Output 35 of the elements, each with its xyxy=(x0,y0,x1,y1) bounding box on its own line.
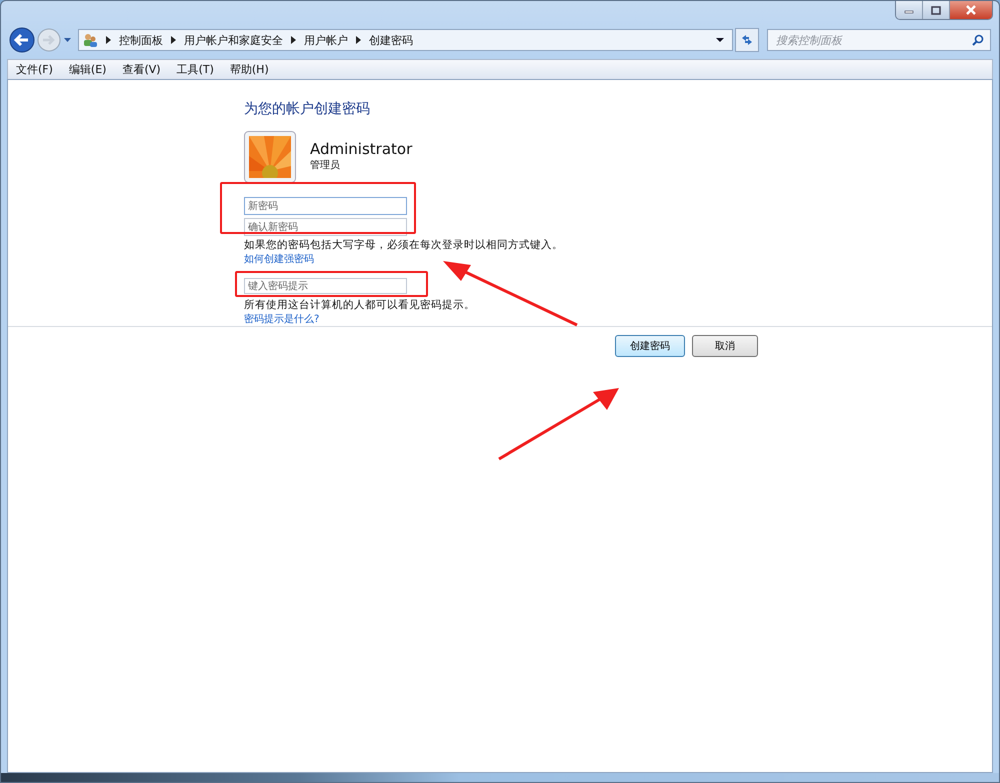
maximize-button[interactable] xyxy=(923,1,950,19)
refresh-icon xyxy=(740,33,754,47)
breadcrumb-item[interactable]: 创建密码 xyxy=(369,32,413,48)
cancel-button[interactable]: 取消 xyxy=(692,335,758,357)
dropdown-icon[interactable] xyxy=(716,37,724,43)
users-icon xyxy=(82,32,98,48)
hint-help-link[interactable]: 密码提示是什么? xyxy=(244,312,320,326)
refresh-button[interactable] xyxy=(735,28,759,52)
chevron-icon xyxy=(291,36,296,44)
breadcrumb-item[interactable]: 控制面板 xyxy=(119,32,163,48)
menu-item[interactable]: 查看(V) xyxy=(122,62,161,77)
menu-item[interactable]: 编辑(E) xyxy=(68,62,106,77)
menu-item[interactable]: 文件(F) xyxy=(16,62,53,77)
page-heading: 为您的帐户创建密码 xyxy=(244,100,370,118)
maximize-icon xyxy=(931,6,941,14)
strong-password-link[interactable]: 如何创建强密码 xyxy=(244,252,314,266)
create-password-button[interactable]: 创建密码 xyxy=(615,335,685,357)
address-bar[interactable]: 控制面板 用户帐户和家庭安全 用户帐户 创建密码 xyxy=(78,29,733,51)
chevron-icon xyxy=(171,36,176,44)
hint-note: 所有使用这台计算机的人都可以看见密码提示。 xyxy=(244,299,475,312)
breadcrumb-item[interactable]: 用户帐户和家庭安全 xyxy=(184,32,283,48)
breadcrumb-item[interactable]: 用户帐户 xyxy=(304,32,348,48)
close-icon xyxy=(965,5,977,15)
account-role: 管理员 xyxy=(310,159,341,172)
close-button[interactable] xyxy=(950,1,992,19)
menu-item[interactable]: 帮助(H) xyxy=(230,62,269,77)
case-note: 如果您的密码包括大写字母，必须在每次登录时以相同方式键入。 xyxy=(244,239,563,252)
password-field[interactable]: 新密码 xyxy=(244,197,407,215)
hint-field[interactable]: 键入密码提示 xyxy=(244,278,407,294)
back-button[interactable] xyxy=(9,27,35,53)
chevron-icon xyxy=(356,36,361,44)
search-icon xyxy=(972,34,984,46)
menu-item[interactable]: 工具(T) xyxy=(176,62,214,77)
account-name: Administrator xyxy=(310,140,412,158)
chevron-icon xyxy=(106,36,111,44)
